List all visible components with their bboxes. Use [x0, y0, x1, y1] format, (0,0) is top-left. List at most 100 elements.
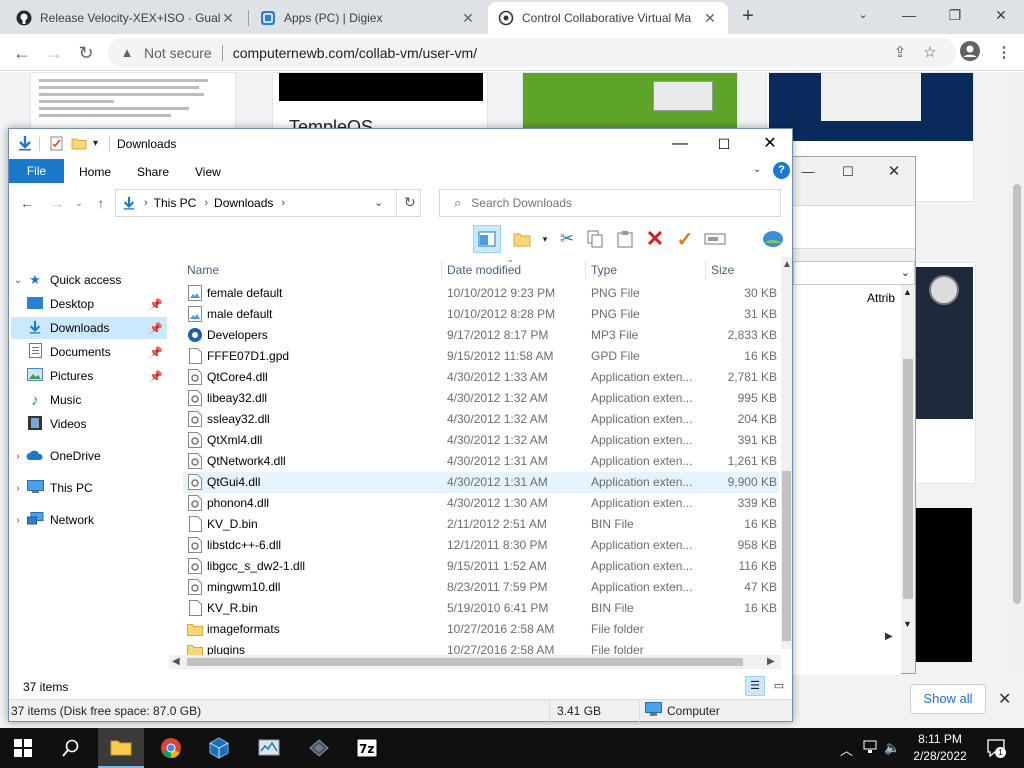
minimize-icon[interactable]: —: [665, 133, 695, 155]
nav-quick-access[interactable]: ⌄ ★ Quick access: [11, 269, 167, 291]
7zip-icon[interactable]: 7z: [344, 728, 390, 768]
show-all-button[interactable]: Show all: [910, 684, 986, 714]
back-arrow-icon[interactable]: ←: [10, 41, 34, 65]
file-row[interactable]: mingwm10.dll 8/23/2011 7:59 PM Application…: [183, 577, 779, 598]
tab-home[interactable]: Home: [79, 162, 111, 183]
forward-arrow-icon[interactable]: →: [47, 195, 67, 211]
file-row[interactable]: QtGui4.dll 4/30/2012 1:31 AM Application e…: [183, 472, 779, 493]
secondary-dropdown[interactable]: ⌄: [793, 261, 915, 285]
file-row[interactable]: female default 10/10/2012 9:23 PM PNG File…: [183, 283, 779, 304]
delete-icon[interactable]: ✕: [641, 225, 669, 253]
column-header-type[interactable]: Type: [591, 259, 617, 281]
network-globe-icon[interactable]: [759, 225, 787, 253]
new-folder-icon[interactable]: [71, 135, 87, 153]
windows-start-icon[interactable]: [0, 728, 46, 768]
network-status-icon[interactable]: [862, 740, 878, 757]
file-row[interactable]: KV_R.bin 5/19/2010 6:41 PM BIN File 16 KB: [183, 598, 779, 619]
horizontal-scrollbar-thumb[interactable]: [187, 658, 743, 666]
tab-search-icon[interactable]: ⌄: [848, 4, 878, 26]
breadcrumb-this-pc[interactable]: This PC: [154, 196, 197, 210]
browser-menu-icon[interactable]: ⋮: [992, 41, 1016, 65]
file-row[interactable]: phonon4.dll 4/30/2012 1:30 AM Application …: [183, 493, 779, 514]
nav-network[interactable]: › Network: [11, 509, 167, 531]
show-hidden-icons-icon[interactable]: ︿: [840, 740, 853, 759]
system-monitor-icon[interactable]: [246, 728, 292, 768]
nav-onedrive[interactable]: › OneDrive: [11, 445, 167, 467]
search-icon[interactable]: [48, 728, 94, 768]
profile-avatar-icon[interactable]: [958, 41, 982, 65]
chrome-icon[interactable]: [148, 728, 194, 768]
minimize-icon[interactable]: —: [894, 4, 924, 26]
nav-this-pc[interactable]: › This PC: [11, 477, 167, 499]
vertical-scrollbar-thumb[interactable]: [782, 471, 791, 641]
refresh-icon[interactable]: ↻: [404, 194, 416, 211]
browser-tab-github[interactable]: Release Velocity-XEX+ISO · Gualc ✕: [6, 2, 246, 34]
scroll-right-icon[interactable]: ▶: [885, 631, 893, 642]
chevron-right-icon[interactable]: ›: [144, 197, 148, 209]
nav-pictures[interactable]: Pictures 📌: [11, 365, 167, 387]
recent-locations-icon[interactable]: ⌄: [69, 198, 89, 209]
close-icon[interactable]: ✕: [755, 133, 785, 155]
secondary-window[interactable]: — ☐ ✕ ⌄ Attrib ▲ ▼ ▶: [792, 156, 916, 675]
copy-icon[interactable]: [581, 225, 609, 253]
rename-icon[interactable]: [701, 225, 729, 253]
breadcrumb[interactable]: › This PC › Downloads › ⌄ ↻: [115, 189, 421, 217]
chevron-down-icon[interactable]: ⌄: [374, 196, 383, 209]
chevron-right-icon[interactable]: ›: [281, 197, 285, 209]
vmware-icon[interactable]: [296, 728, 342, 768]
file-row[interactable]: FFFE07D1.gpd 9/15/2012 11:58 AM GPD File 16…: [183, 346, 779, 367]
column-header-name[interactable]: Name: [187, 259, 219, 281]
page-scrollbar-thumb[interactable]: [1013, 184, 1021, 604]
scroll-down-icon[interactable]: ▼: [903, 619, 912, 629]
up-arrow-icon[interactable]: ↑: [91, 195, 111, 211]
tab-file[interactable]: File: [9, 159, 64, 183]
file-row[interactable]: male default 10/10/2012 8:28 PM PNG File 31…: [183, 304, 779, 325]
scroll-up-icon[interactable]: ▲: [782, 259, 792, 270]
minimize-icon[interactable]: —: [793, 161, 823, 183]
column-separator[interactable]: [705, 259, 706, 279]
nav-downloads[interactable]: Downloads 📌: [11, 317, 167, 339]
restore-icon[interactable]: ❐: [940, 4, 970, 26]
page-scrollbar[interactable]: [1010, 72, 1024, 672]
paste-icon[interactable]: [611, 225, 639, 253]
cut-icon[interactable]: ✂: [553, 225, 581, 253]
help-icon[interactable]: ?: [773, 162, 790, 179]
file-explorer-icon[interactable]: [98, 728, 144, 768]
properties-icon[interactable]: [49, 135, 65, 153]
maximize-icon[interactable]: ☐: [709, 133, 739, 155]
column-header-attrib[interactable]: Attrib: [867, 291, 895, 305]
volume-icon[interactable]: 🔈: [884, 740, 900, 756]
vm-card-doc[interactable]: [30, 72, 236, 130]
close-icon[interactable]: ✕: [879, 161, 909, 183]
share-icon[interactable]: ⇪: [888, 41, 912, 65]
back-arrow-icon[interactable]: ←: [17, 195, 37, 211]
file-row[interactable]: libgcc_s_dw2-1.dll 9/15/2011 1:52 AM Appli…: [183, 556, 779, 577]
file-row[interactable]: Developers 9/17/2012 8:17 PM MP3 File 2,833…: [183, 325, 779, 346]
nav-desktop[interactable]: Desktop 📌: [11, 293, 167, 315]
file-explorer-window[interactable]: ▾ Downloads — ☐ ✕ File Home Share View ⌄…: [8, 128, 793, 722]
system-clock[interactable]: 8:11 PM 2/28/2022: [900, 731, 980, 765]
nav-music[interactable]: ♪ Music: [11, 389, 167, 411]
secondary-scrollbar[interactable]: ▲ ▼: [901, 285, 915, 635]
reload-icon[interactable]: ↻: [74, 41, 98, 65]
close-icon[interactable]: ✕: [998, 689, 1011, 709]
column-header-size[interactable]: Size: [711, 259, 734, 281]
close-window-icon[interactable]: ✕: [986, 4, 1016, 26]
url-text[interactable]: computernewb.com/collab-vm/user-vm/: [233, 45, 477, 61]
chevron-right-icon[interactable]: ›: [204, 197, 208, 209]
file-row[interactable]: QtNetwork4.dll 4/30/2012 1:31 AM Applicati…: [183, 451, 779, 472]
breadcrumb-downloads[interactable]: Downloads: [214, 196, 273, 210]
file-row[interactable]: imageformats 10/27/2016 2:58 AM File folde…: [183, 619, 779, 640]
browser-tab-collabvm[interactable]: Control Collaborative Virtual Ma ✕: [488, 2, 728, 34]
preview-pane-icon[interactable]: [473, 225, 501, 253]
vm-card-desktop[interactable]: [522, 72, 738, 130]
address-bar[interactable]: ▲ Not secure computernewb.com/collab-vm/…: [108, 38, 956, 67]
column-separator[interactable]: [441, 259, 442, 279]
notification-center-icon[interactable]: 1: [986, 738, 1006, 758]
close-tab-icon[interactable]: ✕: [702, 10, 718, 27]
file-row[interactable]: ssleay32.dll 4/30/2012 1:32 AM Application…: [183, 409, 779, 430]
forward-arrow-icon[interactable]: →: [42, 41, 66, 65]
large-icons-view-icon[interactable]: ▭: [769, 676, 789, 696]
qat-customize-icon[interactable]: ▾: [93, 135, 98, 153]
column-header-date[interactable]: Date modified: [447, 259, 521, 281]
